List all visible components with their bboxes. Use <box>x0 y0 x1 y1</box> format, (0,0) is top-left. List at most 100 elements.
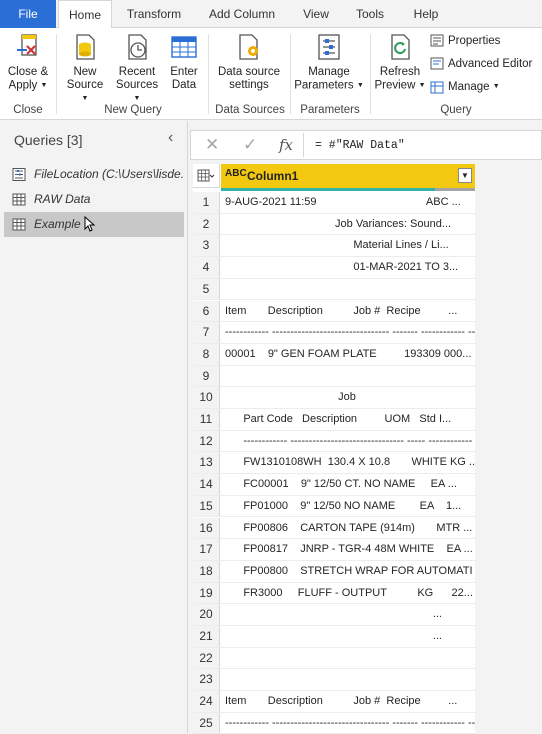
row-number[interactable]: 2 <box>193 213 220 235</box>
row-number[interactable]: 21 <box>193 626 220 647</box>
tab-file[interactable]: File <box>0 0 56 28</box>
row-number[interactable]: 23 <box>193 669 220 691</box>
row-number[interactable]: 3 <box>193 235 220 257</box>
table-cell[interactable]: 01-MAR-2021 TO 3... <box>221 257 475 278</box>
table-cell[interactable]: Item Description Job # Recipe ... <box>221 301 475 322</box>
row-number[interactable]: 20 <box>193 604 220 625</box>
table-cell[interactable]: 9-AUG-2021 11:59 ABC ... <box>221 192 475 213</box>
table-row[interactable]: 21 ... <box>193 626 475 648</box>
table-row[interactable]: 24 Item Description Job # Recipe ... <box>193 691 475 713</box>
row-number[interactable]: 1 <box>193 192 220 213</box>
table-row[interactable]: 20 ... <box>193 604 475 626</box>
table-cell[interactable]: Job <box>221 387 475 408</box>
row-number[interactable]: 22 <box>193 647 220 669</box>
table-cell[interactable]: FC00001 9" 12/50 CT. NO NAME EA ... <box>221 474 475 495</box>
row-number[interactable]: 9 <box>193 365 220 387</box>
row-number[interactable]: 6 <box>193 300 220 322</box>
column-filter-dropdown[interactable]: ▼ <box>458 168 472 183</box>
table-cell[interactable] <box>221 669 475 690</box>
tab-home[interactable]: Home <box>58 0 112 29</box>
table-row[interactable]: 1 9-AUG-2021 11:59 ABC ... <box>193 192 475 214</box>
recent-sources-button[interactable]: Recent Sources ▼ <box>112 32 162 106</box>
new-source-button[interactable]: New Source ▼ <box>62 32 108 106</box>
table-cell[interactable] <box>221 366 475 387</box>
data-source-settings-button[interactable]: Data source settings <box>214 32 284 92</box>
table-row[interactable]: 11 Part Code Description UOM Std I... <box>193 409 475 431</box>
table-row[interactable]: 3 Material Lines / Li... <box>193 235 475 258</box>
query-item-filelocation[interactable]: FileLocation (C:\Users\lisde... <box>4 162 184 187</box>
manage-button[interactable]: Manage ▼ <box>430 78 500 96</box>
table-row[interactable]: 17 FP00817 JNRP - TGR-4 48M WHITE EA ... <box>193 539 475 561</box>
row-number[interactable]: 5 <box>193 278 220 300</box>
table-row[interactable]: 12 ------------ ------------------------… <box>193 430 475 453</box>
table-cell[interactable]: FW1310108WH 130.4 X 10.8 WHITE KG ... <box>221 452 475 473</box>
row-number[interactable]: 10 <box>193 387 220 408</box>
table-cell[interactable]: FP01000 9" 12/50 NO NAME EA 1... <box>221 496 475 517</box>
table-cell[interactable]: ... <box>221 604 475 625</box>
refresh-preview-button[interactable]: Refresh Preview ▼ <box>374 32 426 93</box>
table-row[interactable]: 18 FP00800 STRETCH WRAP FOR AUTOMATI ... <box>193 560 475 583</box>
table-menu-button[interactable] <box>193 164 220 188</box>
table-cell[interactable]: Material Lines / Li... <box>221 235 475 256</box>
tab-view[interactable]: View <box>294 0 338 28</box>
table-cell[interactable]: 00001 9" GEN FOAM PLATE 193309 000... <box>221 344 475 365</box>
row-number[interactable]: 12 <box>193 430 220 452</box>
table-row[interactable]: 2 Job Variances: Sound... <box>193 213 475 236</box>
table-row[interactable]: 25 ------------ -------------------------… <box>193 712 475 734</box>
tab-tools[interactable]: Tools <box>346 0 394 28</box>
close-apply-button[interactable]: Close & Apply ▼ <box>4 32 52 93</box>
table-row[interactable]: 14 FC00001 9" 12/50 CT. NO NAME EA ... <box>193 474 475 496</box>
tab-help[interactable]: Help <box>404 0 448 28</box>
table-cell[interactable]: ------------ ---------------------------… <box>221 713 475 734</box>
table-cell[interactable]: ------------ ---------------------------… <box>221 431 475 452</box>
text-type-icon[interactable]: ABC <box>225 168 247 179</box>
table-cell[interactable]: FP00817 JNRP - TGR-4 48M WHITE EA ... <box>221 539 475 560</box>
row-number[interactable]: 18 <box>193 560 220 582</box>
table-row[interactable]: 5 <box>193 278 475 301</box>
tab-transform[interactable]: Transform <box>120 0 188 28</box>
table-cell[interactable]: ... <box>221 626 475 647</box>
row-number[interactable]: 25 <box>193 712 220 734</box>
manage-parameters-button[interactable]: Manage Parameters ▼ <box>294 32 364 93</box>
table-cell[interactable]: FP00800 STRETCH WRAP FOR AUTOMATI ... <box>221 561 475 582</box>
table-row[interactable]: 19 FR3000 FLUFF - OUTPUT KG 22... <box>193 582 475 605</box>
row-number[interactable]: 15 <box>193 495 220 517</box>
row-number[interactable]: 7 <box>193 322 220 343</box>
query-item-example[interactable]: Example <box>4 212 184 237</box>
formula-input[interactable]: = #"RAW Data" <box>315 139 405 152</box>
table-cell[interactable] <box>221 648 475 669</box>
table-row[interactable]: 4 01-MAR-2021 TO 3... <box>193 257 475 279</box>
fx-icon[interactable]: fx <box>279 136 293 154</box>
collapse-pane-icon[interactable]: ‹ <box>168 129 173 147</box>
row-number[interactable]: 8 <box>193 343 220 365</box>
table-row[interactable]: 8 00001 9" GEN FOAM PLATE 193309 000... <box>193 343 475 366</box>
commit-icon[interactable]: ✓ <box>243 135 257 155</box>
table-row[interactable]: 9 <box>193 365 475 388</box>
row-number[interactable]: 11 <box>193 409 220 430</box>
table-cell[interactable] <box>221 279 475 300</box>
row-number[interactable]: 19 <box>193 582 220 604</box>
table-cell[interactable]: FP00806 CARTON TAPE (914m) MTR ... <box>221 518 475 539</box>
tab-add-column[interactable]: Add Column <box>200 0 284 28</box>
table-row[interactable]: 13 FW1310108WH 130.4 X 10.8 WHITE KG ... <box>193 452 475 475</box>
row-number[interactable]: 4 <box>193 257 220 278</box>
table-row[interactable]: 23 <box>193 669 475 692</box>
table-cell[interactable]: FR3000 FLUFF - OUTPUT KG 22... <box>221 583 475 604</box>
table-row[interactable]: 7 ------------ --------------------------… <box>193 322 475 344</box>
row-number[interactable]: 16 <box>193 517 220 539</box>
cancel-icon[interactable]: ✕ <box>205 135 219 155</box>
row-number[interactable]: 13 <box>193 452 220 474</box>
row-number[interactable]: 17 <box>193 539 220 560</box>
table-cell[interactable]: Item Description Job # Recipe ... <box>221 691 475 712</box>
table-row[interactable]: 6 Item Description Job # Recipe ... <box>193 300 475 323</box>
query-item-raw-data[interactable]: RAW Data <box>4 187 184 212</box>
table-row[interactable]: 16 FP00806 CARTON TAPE (914m) MTR ... <box>193 517 475 540</box>
table-row[interactable]: 22 <box>193 647 475 670</box>
table-row[interactable]: 15 FP01000 9" 12/50 NO NAME EA 1... <box>193 495 475 518</box>
table-row[interactable]: 10 Job <box>193 387 475 409</box>
table-cell[interactable]: Part Code Description UOM Std I... <box>221 409 475 430</box>
table-cell[interactable]: Job Variances: Sound... <box>221 214 475 235</box>
row-number[interactable]: 24 <box>193 691 220 712</box>
advanced-editor-button[interactable]: Advanced Editor <box>430 55 532 73</box>
column-header-column1[interactable]: ABC Column1 ▼ <box>221 164 475 188</box>
